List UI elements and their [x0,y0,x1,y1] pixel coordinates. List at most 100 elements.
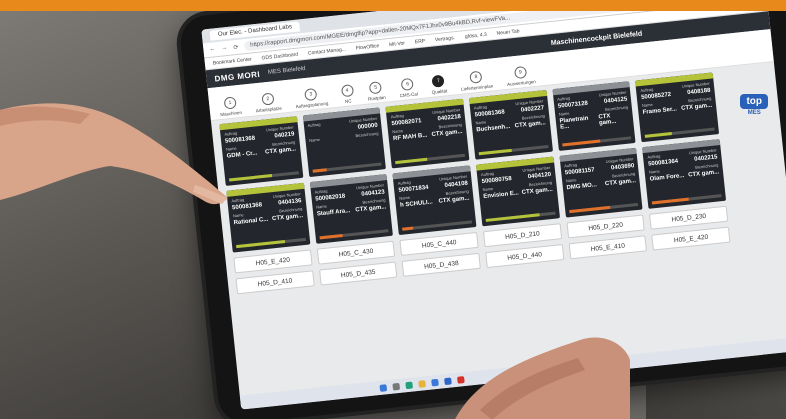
bookmark-item[interactable]: FlowOffice [355,43,379,51]
progress-bar [645,127,715,138]
machine-card[interactable]: Auftrag Unique Number 500081364 0402215 Name… [642,139,727,209]
machine-name-label[interactable]: H05_D_220 [566,214,646,239]
forward-icon[interactable]: → [221,45,228,52]
step-number: 9 [513,65,527,80]
step-label: Auswertungen [506,78,537,87]
step-item[interactable]: 5 Rüstplan [366,81,386,102]
name-value: h SCHULI... [399,199,433,209]
bookmark-item[interactable]: ERP [415,38,426,45]
bookmark-item[interactable]: Bookmark Center [213,56,252,66]
progress-fill [312,168,327,173]
machine-name-label[interactable]: H05_D_440 [485,244,565,269]
holding-hand [455,337,630,419]
progress-fill [236,240,285,249]
step-label: Qualität [431,88,448,95]
progress-bar [319,229,389,240]
progress-bar [568,202,639,214]
machine-name-label[interactable]: H05_E_420 [233,249,313,274]
progress-fill [478,148,512,156]
machine-name-label[interactable]: H05_D_435 [318,261,398,286]
desc-value: CTX gam... [687,169,720,179]
machine-name-label[interactable]: H05_D_438 [401,252,481,277]
progress-fill [485,213,541,222]
step-label: NC [344,98,352,104]
machine-name-label[interactable]: H05_D_230 [649,205,729,230]
mes-label: MES [747,110,761,116]
machine-name-label[interactable]: H05_E_420 [651,226,731,251]
step-number: 8 [469,70,483,84]
desc-value: CTX gam... [680,102,713,112]
step-number: 6 [401,77,415,91]
machine-card[interactable]: Auftrag Unique Number 000000 Name Bezeichnun… [302,107,387,178]
top-logo: top [740,94,768,109]
machine-card[interactable]: Auftrag Unique Number 500082018 0404123 Name… [309,174,394,244]
desc-value: CTX gam... [355,204,387,214]
step-item[interactable]: 6 CMS-Cal [398,77,418,98]
desc-value: CTX gam... [514,120,546,130]
machine-card[interactable]: Auftrag Unique Number 500073128 0404125 Name… [552,81,636,151]
bookmark-item[interactable]: Contact Manag... [308,46,346,56]
search-icon[interactable] [392,382,401,391]
name-value: Framo Ser... [642,106,678,116]
machine-name-label[interactable]: H05_D_410 [235,270,315,295]
step-item[interactable]: 2 Arbeitsplätze [254,92,283,114]
bookmark-item[interactable]: Neuer Tab [496,28,519,36]
progress-fill [319,234,343,240]
name-value: Rational C... [233,216,269,227]
step-number: 5 [369,81,383,95]
bookmark-item[interactable]: Mit-Vor [389,40,405,48]
name-value: Olam Fore... [649,172,685,183]
step-number: 7 [431,74,445,88]
desc-value: CTX gam... [598,113,617,127]
desc-value: CTX gam... [604,178,637,188]
name-value: GDM - Cr... [226,150,258,160]
progress-fill [568,205,611,214]
machine-card[interactable]: Auftrag Unique Number 500080758 0404120 Name… [475,156,560,227]
mes-logo-block: top MES [740,94,768,116]
machine-card[interactable]: Auftrag Unique Number 500081368 0402227 Name… [468,89,553,160]
bookmark-item[interactable]: Vertrags. [435,35,456,43]
photo-scene: Our Elec. - Dashboard Labs ← → ⟳ https:/… [0,0,786,419]
machine-card[interactable]: Auftrag Unique Number 500082071 0402218 Name… [385,98,470,169]
machine-name-label[interactable]: H05_C_440 [399,231,479,256]
machine-card[interactable]: Auftrag Unique Number 500081368 0404136 Name… [226,182,311,253]
step-number: 3 [304,87,318,102]
step-label: Auftragsplanung [295,100,329,110]
start-icon[interactable] [379,383,388,392]
progress-fill [652,197,689,205]
step-item[interactable]: 8 Lieferterminplan [459,70,493,92]
progress-bar [485,211,556,222]
back-icon[interactable]: ← [209,46,216,53]
progress-fill [229,174,273,182]
progress-bar [402,220,473,231]
machine-name-label[interactable]: H05_C_430 [316,240,396,265]
desc-value: CTX gam... [431,128,463,139]
name-value: Stauff Ara... [316,208,351,218]
machine-name-label[interactable]: H05_D_210 [482,223,562,248]
step-item[interactable]: 3 Auftragsplanung [294,87,329,109]
step-number: 4 [340,84,354,98]
pointing-hand [0,103,228,205]
machine-card[interactable]: Auftrag Unique Number 500071834 0404108 Name… [392,165,477,236]
step-label: Arbeitsplätze [255,105,283,114]
step-number: 2 [261,92,275,106]
name-value: Buchsenh... [476,123,511,134]
step-item[interactable]: 7 Qualität [430,74,447,95]
machine-card[interactable]: Auftrag Unique Number 500081157 0403690 Name… [559,147,643,218]
step-item[interactable]: 9 Auswertungen [505,65,536,87]
machine-card[interactable]: Auftrag Unique Number 500085272 0408188 Name… [635,72,720,143]
bookmark-item[interactable]: GDS Dashboard [261,51,298,61]
progress-fill [561,139,601,147]
progress-bar [478,145,549,156]
progress-bar [652,194,722,205]
name-value: Envision E... [483,190,520,201]
bookmark-item[interactable]: gfdsa, 4.3 [465,31,487,39]
site-name: MES Bielefeld [267,65,306,76]
machine-name-label[interactable]: H05_E_410 [568,235,648,260]
orange-top-stripe [0,0,786,11]
machine-card[interactable]: Auftrag Unique Number 500081368 040219 Name B… [219,116,304,186]
reload-icon[interactable]: ⟳ [233,43,239,50]
step-item[interactable]: 4 NC [340,84,354,104]
name-value: Planetrain E... [559,115,589,131]
name-value: DMG MO... [566,182,598,192]
